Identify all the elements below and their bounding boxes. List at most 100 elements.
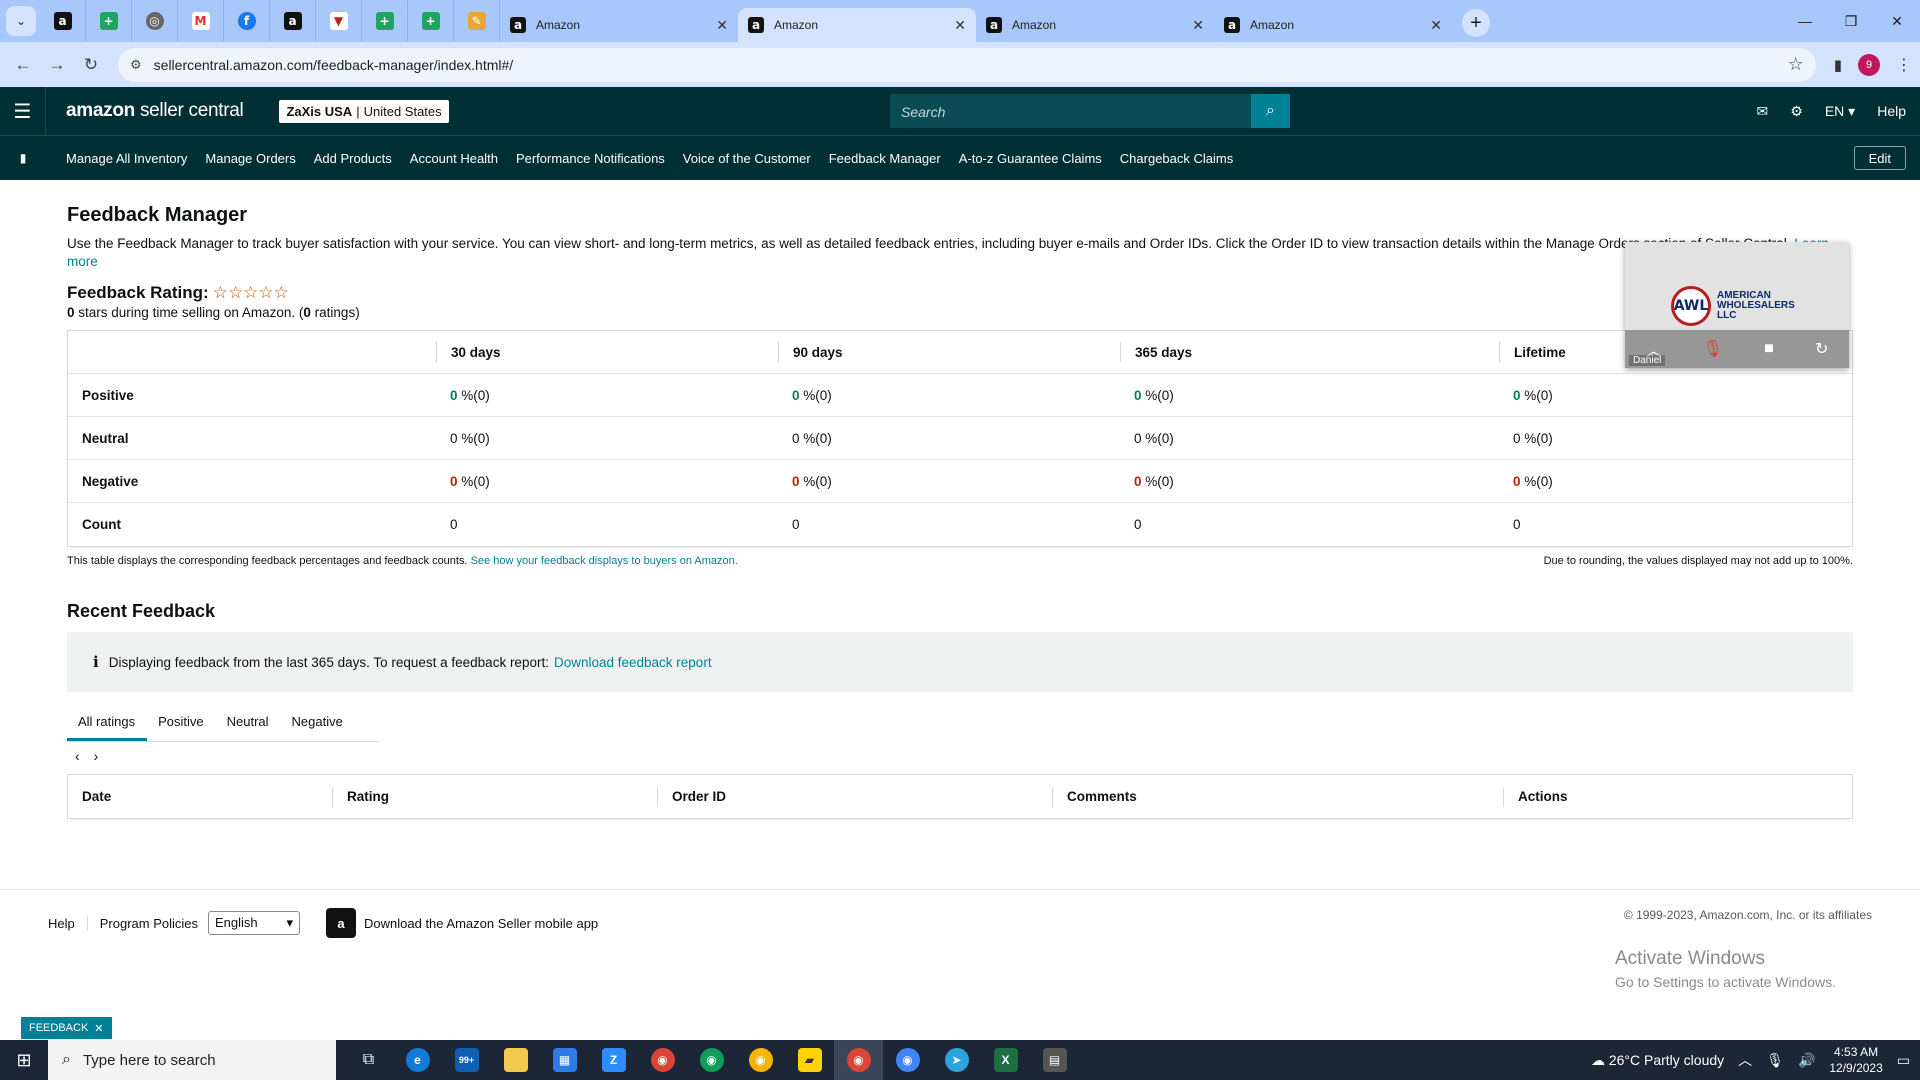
calculator-icon[interactable]: ▤ <box>1030 1040 1079 1080</box>
language-select[interactable]: English ▾ <box>208 911 301 935</box>
site-info-icon[interactable]: ⚙ <box>130 57 142 73</box>
windows-start-icon[interactable]: ⊞ <box>0 1050 48 1071</box>
pinned-tab-sheets-3[interactable]: + <box>408 0 454 42</box>
tab-positive[interactable]: Positive <box>147 714 216 741</box>
task-view-icon[interactable]: ⧉ <box>344 1040 393 1080</box>
menu-icon[interactable]: ⋮ <box>1896 55 1912 75</box>
amazon-app-icon[interactable]: a <box>326 908 357 938</box>
pinned-tab-red[interactable]: ▼ <box>316 0 362 42</box>
microphone-icon[interactable]: 🎙 <box>1766 1052 1784 1069</box>
nav-link-chargeback-claims[interactable]: Chargeback Claims <box>1120 151 1233 166</box>
pinned-tab-sheets-2[interactable]: + <box>362 0 408 42</box>
nav-link-a-to-z-claims[interactable]: A-to-z Guarantee Claims <box>959 151 1102 166</box>
gear-icon[interactable]: ⚙ <box>1790 103 1803 120</box>
nav-link-performance-notifications[interactable]: Performance Notifications <box>516 151 665 166</box>
omnibox[interactable]: ⚙ sellercentral.amazon.com/feedback-mana… <box>118 47 1816 82</box>
nav-link-feedback-manager[interactable]: Feedback Manager <box>829 151 941 166</box>
minimize-icon[interactable]: — <box>1782 13 1828 29</box>
nav-link-voice-of-customer[interactable]: Voice of the Customer <box>683 151 811 166</box>
column-order-id[interactable]: Order ID <box>657 786 1052 807</box>
tab-all-ratings[interactable]: All ratings <box>67 714 148 741</box>
reload-icon[interactable]: ↻ <box>76 50 106 80</box>
language-selector[interactable]: EN ▾ <box>1825 103 1855 120</box>
seller-central-logo[interactable]: amazon seller central <box>66 100 244 122</box>
close-window-icon[interactable]: ✕ <box>1874 13 1920 30</box>
nav-link-add-products[interactable]: Add Products <box>314 151 392 166</box>
notification-icon[interactable]: ▭ <box>1897 1052 1910 1069</box>
chrome-icon[interactable]: ◉ <box>834 1040 883 1080</box>
hamburger-menu-icon[interactable]: ☰ <box>0 87 46 135</box>
browser-tab[interactable]: a Amazon ✕ <box>500 8 738 42</box>
pinned-tab-amazon-2[interactable]: a <box>270 0 316 42</box>
refresh-icon[interactable]: ↻ <box>1815 339 1828 359</box>
pinned-tab-gmail[interactable]: M <box>178 0 224 42</box>
feedback-pill-button[interactable]: FEEDBACK ✕ <box>21 1017 112 1039</box>
close-icon[interactable]: ✕ <box>954 17 966 34</box>
nav-link-manage-all-inventory[interactable]: Manage All Inventory <box>66 151 187 166</box>
side-panel-icon[interactable]: ▮ <box>1834 56 1842 74</box>
pinned-tab-sheets[interactable]: + <box>86 0 132 42</box>
bookmark-icon[interactable]: ▮ <box>0 151 46 165</box>
nav-link-account-health[interactable]: Account Health <box>410 151 498 166</box>
telegram-icon[interactable]: ➤ <box>932 1040 981 1080</box>
chrome-icon[interactable]: ◉ <box>687 1040 736 1080</box>
camera-icon[interactable]: ■ <box>1764 340 1774 358</box>
close-icon[interactable]: ✕ <box>1430 17 1442 34</box>
search-icon[interactable]: ⌕ <box>1251 94 1290 128</box>
volume-icon[interactable]: 🔊 <box>1798 1052 1815 1069</box>
sticky-notes-icon[interactable]: ▰ <box>785 1040 834 1080</box>
chevron-up-icon[interactable]: ︿ <box>1738 1050 1752 1070</box>
back-icon[interactable]: ← <box>8 50 38 80</box>
pinned-tab-facebook[interactable]: f <box>224 0 270 42</box>
bookmark-star-icon[interactable]: ☆ <box>1788 54 1804 75</box>
column-actions[interactable]: Actions <box>1503 786 1852 807</box>
store-switcher[interactable]: ZaXis USA | United States <box>279 99 449 123</box>
tab-neutral[interactable]: Neutral <box>216 714 281 741</box>
browser-tab[interactable]: a Amazon ✕ <box>1214 8 1452 42</box>
close-icon[interactable]: ✕ <box>716 17 728 34</box>
browser-tab[interactable]: a Amazon ✕ <box>976 8 1214 42</box>
footer-help-link[interactable]: Help <box>48 916 75 931</box>
zoom-icon[interactable]: Z <box>589 1040 638 1080</box>
search-input[interactable]: Search <box>890 94 1251 128</box>
pinned-tab-generic[interactable]: ◎ <box>132 0 178 42</box>
tab-negative[interactable]: Negative <box>281 714 355 741</box>
weather-widget[interactable]: ☁ 26°C Partly cloudy <box>1591 1052 1724 1069</box>
footnote-link[interactable]: See how your feedback displays to buyers… <box>471 555 738 567</box>
edge-icon[interactable]: e <box>393 1040 442 1080</box>
column-date[interactable]: Date <box>68 787 332 807</box>
pinned-tab-pen[interactable]: ✎ <box>454 0 500 42</box>
help-link[interactable]: Help <box>1877 103 1906 119</box>
profile-avatar[interactable]: 9 <box>1858 53 1880 76</box>
pinned-tab-amazon[interactable]: a <box>40 0 86 42</box>
browser-tab-active[interactable]: a Amazon ✕ <box>738 8 976 42</box>
close-icon[interactable]: ✕ <box>1192 17 1204 34</box>
file-explorer-icon[interactable] <box>491 1040 540 1080</box>
nav-link-manage-orders[interactable]: Manage Orders <box>205 151 295 166</box>
tab-search-button[interactable]: ⌄ <box>6 6 36 36</box>
excel-icon[interactable]: X <box>981 1040 1030 1080</box>
mail-icon[interactable]: ✉ <box>1757 103 1769 120</box>
column-rating[interactable]: Rating <box>332 786 657 807</box>
url-text[interactable]: sellercentral.amazon.com/feedback-manage… <box>154 57 1788 73</box>
edit-nav-button[interactable]: Edit <box>1853 146 1906 170</box>
chrome-icon[interactable]: ◉ <box>736 1040 785 1080</box>
video-call-overlay[interactable]: AWL AMERICAN WHOLESALERS LLC ︿ 🎙 ■ ↻ Dan… <box>1625 242 1849 368</box>
forward-icon[interactable]: → <box>42 50 72 80</box>
taskbar-search-input[interactable]: ⌕ Type here to search <box>48 1040 336 1080</box>
mic-off-icon[interactable]: 🎙 <box>1703 339 1723 359</box>
new-tab-button[interactable]: + <box>1462 9 1490 37</box>
chevron-right-icon[interactable]: › <box>94 748 99 764</box>
download-app-link[interactable]: Download the Amazon Seller mobile app <box>364 916 598 931</box>
chrome-icon[interactable]: ◉ <box>638 1040 687 1080</box>
program-policies-link[interactable]: Program Policies <box>100 916 198 931</box>
store-icon[interactable]: ▦ <box>540 1040 589 1080</box>
restore-icon[interactable]: ❐ <box>1828 13 1874 30</box>
chrome-icon[interactable]: ◉ <box>883 1040 932 1080</box>
close-icon[interactable]: ✕ <box>94 1022 103 1035</box>
download-report-link[interactable]: Download feedback report <box>554 655 712 670</box>
mail-icon[interactable]: 99+ <box>442 1040 491 1080</box>
clock[interactable]: 4:53 AM 12/9/2023 <box>1829 1044 1882 1076</box>
chevron-left-icon[interactable]: ‹ <box>75 748 80 764</box>
column-comments[interactable]: Comments <box>1052 786 1503 807</box>
